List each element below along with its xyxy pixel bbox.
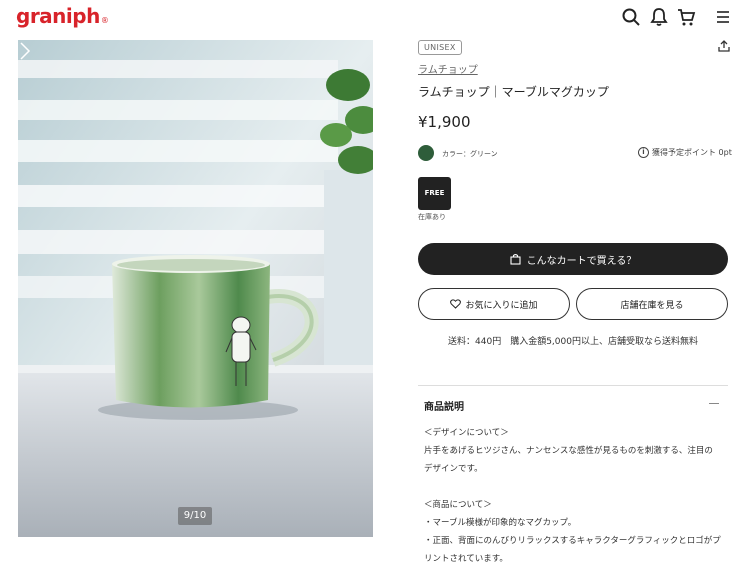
- shipping-info: 送料：440円 購入金額5,000円以上、店舗受取なら送料無料: [448, 337, 698, 347]
- description-line: ＜デザインについて＞: [424, 428, 509, 438]
- chevron-right-icon[interactable]: [18, 40, 32, 62]
- add-to-cart-label: こんなカートで買える？: [526, 255, 637, 267]
- menu-icon[interactable]: [713, 7, 733, 27]
- bag-icon: [510, 253, 521, 265]
- points-info[interactable]: i 獲得予定ポイント 0pt: [638, 147, 732, 158]
- product-price: ¥1,900: [418, 113, 471, 131]
- add-to-favorites-button[interactable]: お気に入りに追加: [418, 288, 570, 320]
- cart-icon[interactable]: [676, 7, 696, 27]
- image-counter: 9/10: [178, 507, 212, 525]
- description-line: ・マーブル模様が印象的なマグカップ。: [424, 518, 577, 528]
- product-name: ラムチョップ｜マーブルマグカップ: [418, 85, 609, 99]
- color-swatch[interactable]: [418, 145, 434, 161]
- share-icon[interactable]: [717, 39, 731, 53]
- store-stock-button[interactable]: 店舗在庫を見る: [576, 288, 728, 320]
- unisex-tag: UNISEX: [418, 40, 462, 55]
- favorites-label: お気に入りに追加: [465, 300, 538, 311]
- product-photo: [18, 40, 373, 537]
- search-icon[interactable]: [621, 7, 641, 27]
- site-header: graniph®: [0, 0, 743, 36]
- info-icon: i: [638, 147, 649, 158]
- brand-link[interactable]: ラムチョップ: [418, 61, 478, 76]
- section-divider: [418, 385, 728, 386]
- store-stock-label: 店舗在庫を見る: [620, 300, 684, 311]
- product-image-gallery[interactable]: [18, 40, 373, 537]
- description-line: リントされています。: [424, 554, 508, 564]
- description-line: ・正面、背面にのんびりリラックスするキャラクターグラフィックとロゴがプ: [424, 536, 721, 546]
- color-label: カラー：グリーン: [442, 150, 498, 158]
- description-title[interactable]: 商品説明: [424, 398, 464, 413]
- points-label: 獲得予定ポイント 0pt: [652, 148, 732, 157]
- collapse-icon[interactable]: [709, 403, 719, 404]
- brand-logo[interactable]: graniph®: [16, 4, 109, 28]
- bell-icon[interactable]: [649, 7, 669, 27]
- product-description: ＜デザインについて＞ 片手をあげるヒツジさん、ナンセンスな感性が見るものを刺激す…: [424, 424, 724, 568]
- description-line: 片手をあげるヒツジさん、ナンセンスな感性が見るものを刺激する、注目の: [424, 446, 713, 456]
- description-line: デザインです。: [424, 464, 483, 474]
- add-to-cart-button[interactable]: こんなカートで買える？: [418, 243, 728, 275]
- stock-status: 在庫あり: [418, 213, 446, 221]
- description-line: ＜商品について＞: [424, 500, 492, 510]
- heart-icon: [450, 299, 462, 309]
- size-free-button[interactable]: FREE: [418, 177, 451, 210]
